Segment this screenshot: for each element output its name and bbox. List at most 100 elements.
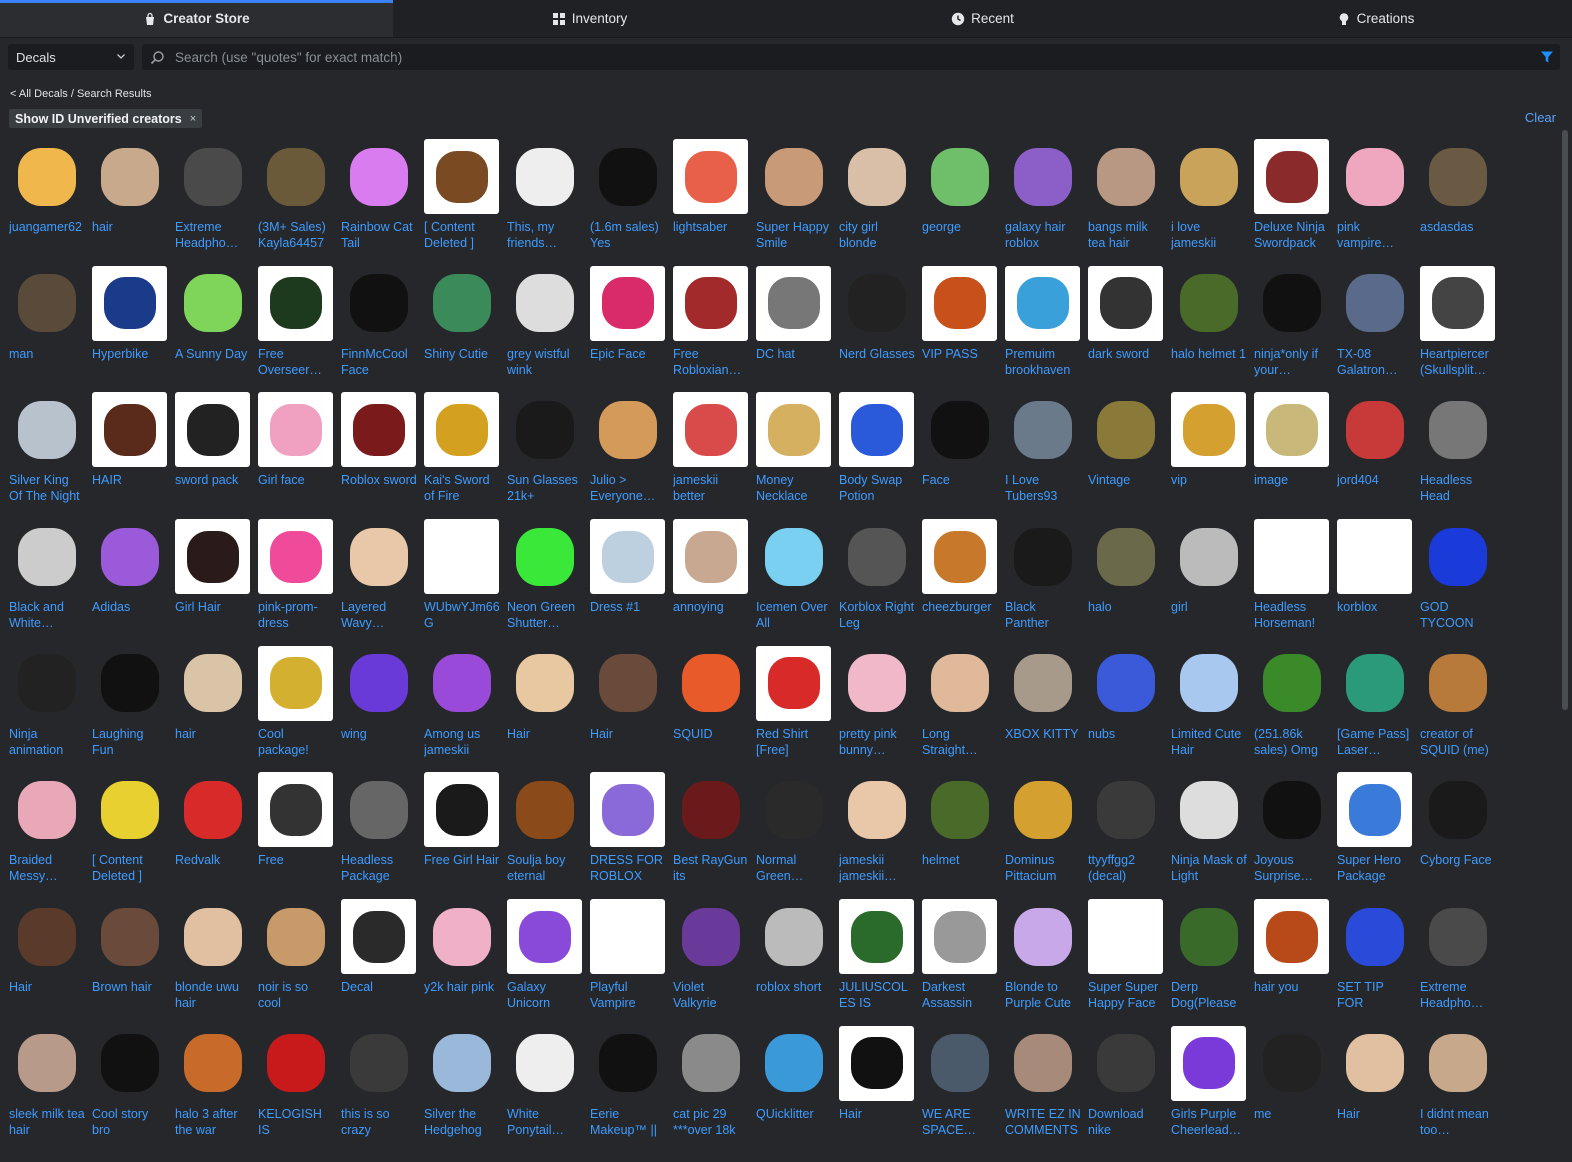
asset-tile[interactable]: Ninja animation	[9, 646, 85, 773]
asset-tile[interactable]: image	[1254, 392, 1330, 519]
asset-tile[interactable]: noir is so cool	[258, 899, 334, 1026]
asset-tile[interactable]: pink vampire…	[1337, 139, 1413, 266]
asset-tile[interactable]: wing	[341, 646, 417, 773]
search-box[interactable]	[142, 44, 1560, 70]
asset-tile[interactable]: roblox short	[756, 899, 832, 1026]
asset-tile[interactable]: Best RayGun its	[673, 772, 749, 899]
filter-icon[interactable]	[1540, 50, 1554, 64]
asset-tile[interactable]: Julio > Everyone…	[590, 392, 666, 519]
asset-tile[interactable]: annoying	[673, 519, 749, 646]
asset-tile[interactable]: halo helmet 1	[1171, 266, 1247, 393]
asset-tile[interactable]: Cool story bro	[92, 1026, 168, 1153]
asset-tile[interactable]: Free Overseer…	[258, 265, 334, 393]
asset-tile[interactable]: Free	[258, 772, 334, 899]
asset-tile[interactable]: jameskii better	[673, 392, 749, 519]
asset-tile[interactable]: asdasdas	[1420, 139, 1496, 266]
asset-tile[interactable]: grey wistful wink	[507, 266, 583, 393]
asset-tile[interactable]: Sun Glasses 21k+	[507, 392, 583, 519]
asset-tile[interactable]: girl	[1171, 519, 1247, 646]
asset-tile[interactable]: Epic Face	[590, 265, 666, 393]
asset-tile[interactable]: Hair	[9, 899, 85, 1026]
asset-tile[interactable]: Free Girl Hair	[424, 772, 500, 899]
asset-tile[interactable]: Derp Dog(Please	[1171, 899, 1247, 1026]
asset-tile[interactable]: Violet Valkyrie	[673, 899, 749, 1026]
asset-tile[interactable]: Hair	[839, 1025, 915, 1153]
asset-tile[interactable]: sleek milk tea hair	[9, 1026, 85, 1153]
asset-tile[interactable]: Red Shirt [Free]	[756, 645, 832, 773]
asset-tile[interactable]: Black Panther	[1005, 519, 1081, 646]
asset-tile[interactable]: FinnMcCool Face	[341, 266, 417, 393]
asset-tile[interactable]: Headless Head	[1420, 392, 1496, 519]
asset-tile[interactable]: hair	[92, 139, 168, 266]
asset-tile[interactable]: city girl blonde	[839, 139, 915, 266]
asset-tile[interactable]: Body Swap Potion	[839, 392, 915, 519]
asset-tile[interactable]: Layered Wavy…	[341, 519, 417, 646]
asset-tile[interactable]: Blonde to Purple Cute	[1005, 899, 1081, 1026]
asset-tile[interactable]: korblox	[1337, 519, 1413, 646]
asset-tile[interactable]: (1.6m sales) Yes	[590, 139, 666, 266]
category-dropdown[interactable]: Decals	[8, 44, 134, 70]
asset-tile[interactable]: Download nike	[1088, 1026, 1164, 1153]
asset-tile[interactable]: White Ponytail…	[507, 1026, 583, 1153]
asset-tile[interactable]: ttyyffgg2 (decal)	[1088, 772, 1164, 899]
asset-tile[interactable]: pink-prom-dress	[258, 519, 334, 646]
asset-tile[interactable]: [ Content Deleted ]	[424, 139, 500, 266]
asset-tile[interactable]: Limited Cute Hair	[1171, 646, 1247, 773]
asset-tile[interactable]: HAIR	[92, 392, 168, 519]
asset-tile[interactable]: KELOGISH IS INNOCENT.	[258, 1026, 334, 1153]
asset-tile[interactable]: Dress #1	[590, 519, 666, 646]
asset-tile[interactable]: bangs milk tea hair	[1088, 139, 1164, 266]
asset-tile[interactable]: lightsaber	[673, 139, 749, 266]
asset-tile[interactable]: Dominus Pittacium	[1005, 772, 1081, 899]
asset-tile[interactable]: GOD TYCOON	[1420, 519, 1496, 646]
asset-tile[interactable]: Eerie Makeup™ ||	[590, 1026, 666, 1153]
asset-tile[interactable]: Long Straight…	[922, 646, 998, 773]
clear-filters-link[interactable]: Clear	[1525, 110, 1556, 125]
asset-tile[interactable]: I Love Tubers93	[1005, 392, 1081, 519]
asset-tile[interactable]: this is so crazy	[341, 1026, 417, 1153]
asset-tile[interactable]: man	[9, 266, 85, 393]
asset-tile[interactable]: WE ARE SPACE…	[922, 1026, 998, 1153]
asset-tile[interactable]: This, my friends…	[507, 139, 583, 266]
asset-tile[interactable]: Kai's Sword of Fire	[424, 392, 500, 519]
asset-tile[interactable]: Roblox sword	[341, 392, 417, 519]
asset-tile[interactable]: Girls Purple Cheerlead…	[1171, 1025, 1247, 1153]
asset-tile[interactable]: Nerd Glasses	[839, 266, 915, 393]
asset-tile[interactable]: Among us jameskii	[424, 646, 500, 773]
asset-tile[interactable]: Girl face	[258, 392, 334, 519]
asset-tile[interactable]: Redvalk	[175, 772, 251, 899]
asset-tile[interactable]: DRESS FOR ROBLOX	[590, 772, 666, 899]
asset-tile[interactable]: Hyperbike	[92, 265, 168, 393]
asset-tile[interactable]: Headless Horseman!	[1254, 519, 1330, 646]
asset-tile[interactable]: Silver the Hedgehog	[424, 1026, 500, 1153]
asset-tile[interactable]: Playful Vampire	[590, 899, 666, 1026]
asset-tile[interactable]: pretty pink bunny…	[839, 646, 915, 773]
asset-tile[interactable]: [Game Pass] Laser…	[1337, 646, 1413, 773]
asset-tile[interactable]: TX-08 Galatron…	[1337, 266, 1413, 393]
asset-tile[interactable]: Soulja boy eternal	[507, 772, 583, 899]
asset-tile[interactable]: galaxy hair roblox	[1005, 139, 1081, 266]
close-icon[interactable]: ×	[190, 113, 196, 125]
asset-tile[interactable]: Silver King Of The Night	[9, 392, 85, 519]
asset-tile[interactable]: creator of SQUID (me)	[1420, 646, 1496, 773]
asset-tile[interactable]: DC hat	[756, 265, 832, 393]
asset-tile[interactable]: Extreme Headpho…	[1420, 899, 1496, 1026]
asset-tile[interactable]: me	[1254, 1026, 1330, 1153]
asset-tile[interactable]: ninja*only if your…	[1254, 266, 1330, 393]
asset-tile[interactable]: Free Robloxian…	[673, 265, 749, 393]
asset-tile[interactable]: Adidas	[92, 519, 168, 646]
asset-tile[interactable]: jord404	[1337, 392, 1413, 519]
asset-tile[interactable]: nubs	[1088, 646, 1164, 773]
asset-tile[interactable]: WRITE EZ IN COMMENTS	[1005, 1026, 1081, 1153]
asset-tile[interactable]: Hair	[507, 646, 583, 773]
asset-tile[interactable]: Super Super Happy Face	[1088, 899, 1164, 1026]
asset-tile[interactable]: Shiny Cutie	[424, 266, 500, 393]
asset-tile[interactable]: Face	[922, 392, 998, 519]
search-input[interactable]	[173, 48, 1517, 66]
asset-tile[interactable]: Heartpiercer (Skullsplit…	[1420, 265, 1496, 393]
asset-tile[interactable]: Deluxe Ninja Swordpack	[1254, 139, 1330, 266]
asset-tile[interactable]: Girl Hair	[175, 519, 251, 646]
tab-creations[interactable]: Creations	[1179, 0, 1572, 37]
asset-tile[interactable]: A Sunny Day	[175, 266, 251, 393]
asset-tile[interactable]: hair	[175, 646, 251, 773]
